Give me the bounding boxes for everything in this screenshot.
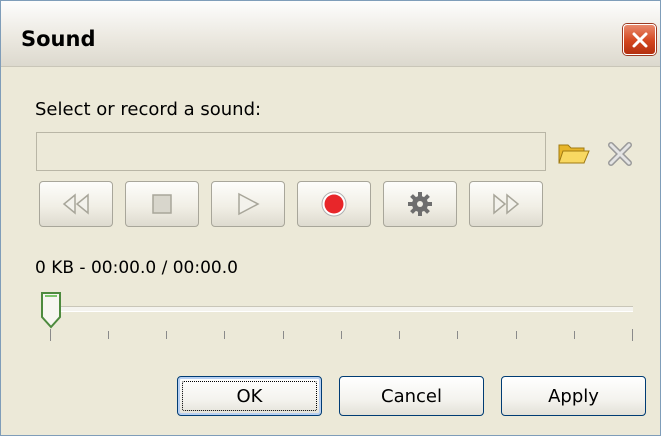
sound-dialog: Sound Select or record a sound: 0 KB - 0…: [0, 0, 661, 436]
rewind-icon: [62, 193, 89, 215]
stop-icon: [152, 194, 172, 214]
fast-forward-button[interactable]: [469, 181, 543, 227]
ok-button[interactable]: OK: [177, 376, 322, 416]
ok-button-label: OK: [236, 385, 263, 407]
slider-tick: [50, 329, 51, 341]
slider-tick: [457, 331, 458, 339]
delete-icon: [608, 142, 632, 166]
title-bar[interactable]: Sound: [1, 1, 660, 67]
fast-forward-icon: [493, 193, 520, 215]
slider-tick: [632, 329, 633, 341]
settings-button[interactable]: [383, 181, 457, 227]
close-button[interactable]: [623, 24, 656, 55]
cancel-button-label: Cancel: [381, 385, 442, 407]
playback-slider-thumb[interactable]: [40, 291, 62, 334]
slider-tick: [224, 331, 225, 339]
slider-tick: [399, 331, 400, 339]
slider-tick: [166, 331, 167, 339]
slider-tick: [108, 331, 109, 339]
apply-button[interactable]: Apply: [501, 376, 646, 416]
recording-status: 0 KB - 00:00.0 / 00:00.0: [35, 258, 238, 278]
folder-icon: [558, 144, 590, 164]
rewind-button[interactable]: [39, 181, 113, 227]
slider-tick: [574, 331, 575, 339]
playback-slider-track[interactable]: [45, 306, 633, 312]
record-icon: [321, 191, 347, 217]
stop-button[interactable]: [125, 181, 199, 227]
gear-icon: [408, 192, 432, 216]
close-icon: [632, 32, 647, 47]
slider-tick: [283, 331, 284, 339]
apply-button-label: Apply: [548, 385, 599, 407]
cancel-button[interactable]: Cancel: [339, 376, 484, 416]
sound-file-field[interactable]: [36, 132, 546, 171]
slider-tick: [341, 331, 342, 339]
slider-tick: [516, 331, 517, 339]
clear-sound-button[interactable]: [606, 140, 634, 173]
play-icon: [238, 192, 260, 216]
dialog-title: Sound: [21, 27, 96, 51]
select-sound-label: Select or record a sound:: [35, 99, 262, 120]
record-button[interactable]: [297, 181, 371, 227]
slider-thumb-icon: [41, 292, 61, 329]
browse-folder-button[interactable]: [558, 140, 590, 171]
play-button[interactable]: [211, 181, 285, 227]
